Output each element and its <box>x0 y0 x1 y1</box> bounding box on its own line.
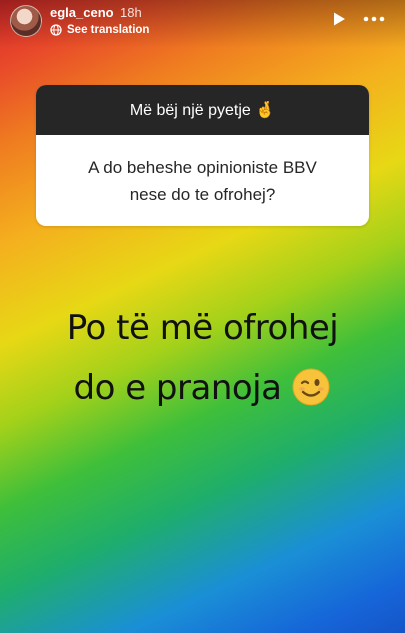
see-translation-label: See translation <box>67 24 150 36</box>
winking-face-emoji-icon <box>292 368 330 405</box>
question-line-1: A do beheshe opinioniste BBV <box>88 157 317 177</box>
question-text: A do beheshe opinioniste BBV nese do te … <box>36 135 369 226</box>
globe-icon <box>50 24 62 36</box>
avatar[interactable] <box>10 5 42 37</box>
post-time: 18h <box>120 5 142 20</box>
username[interactable]: egla_ceno <box>50 5 114 20</box>
story-header: egla_ceno 18h See translation <box>0 0 405 48</box>
answer-line-2-row: do e pranoja <box>0 358 405 418</box>
answer-line-1: Po të më ofrohej <box>66 308 339 348</box>
answer-line-2: do e pranoja <box>73 368 282 408</box>
question-sticker: Më bëj një pyetje 🤞 A do beheshe opinion… <box>36 85 369 226</box>
question-prompt: Më bëj një pyetje 🤞 <box>36 85 369 135</box>
more-options-icon[interactable] <box>362 11 386 27</box>
play-icon[interactable] <box>331 11 347 27</box>
question-line-2: nese do te ofrohej? <box>129 184 276 204</box>
answer-text: Po të më ofrohej do e pranoja <box>0 298 405 418</box>
